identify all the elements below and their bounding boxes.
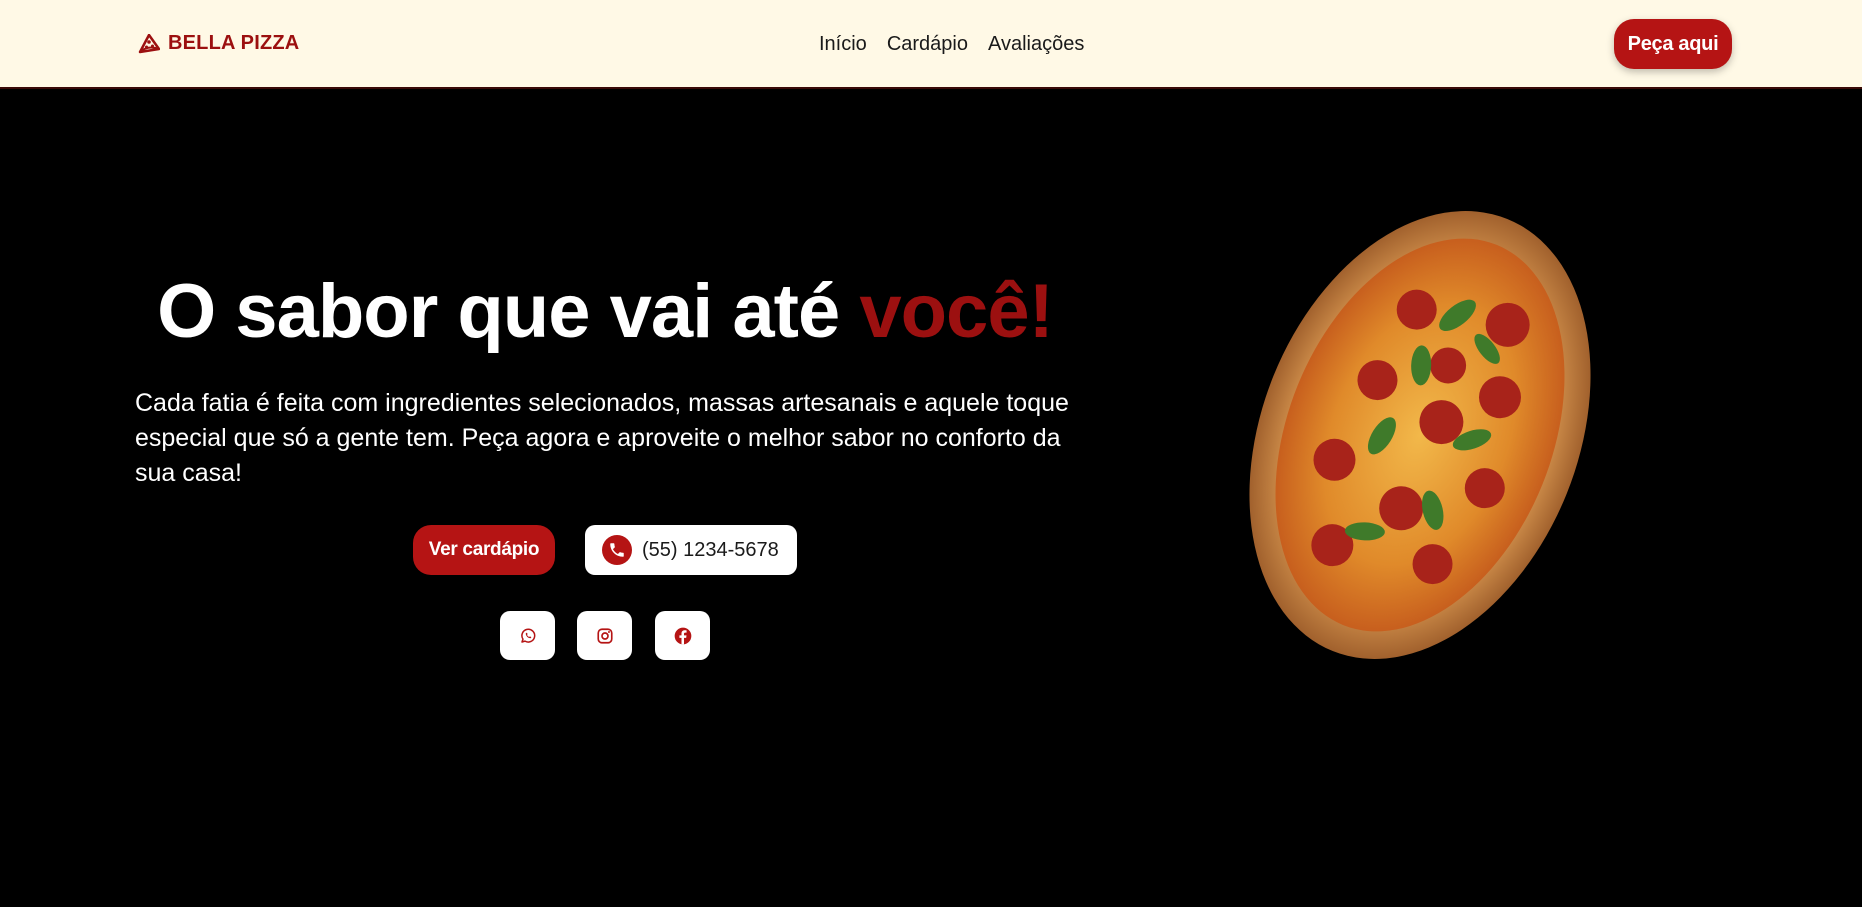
nav-inicio[interactable]: Início <box>819 33 867 56</box>
facebook-icon <box>674 627 691 644</box>
phone-icon <box>602 535 632 565</box>
pizza-slice-icon <box>138 33 160 53</box>
facebook-button[interactable] <box>655 611 710 660</box>
brand-logo[interactable]: BELLA PIZZA <box>138 32 299 55</box>
whatsapp-icon <box>520 628 535 643</box>
hero-title: O sabor que vai até você! <box>0 268 1210 355</box>
main-nav: Início Cardápio Avaliações <box>819 33 1084 56</box>
nav-cardapio[interactable]: Cardápio <box>887 33 968 56</box>
order-button[interactable]: Peça aqui <box>1614 19 1732 69</box>
phone-button[interactable]: (55) 1234-5678 <box>585 525 797 575</box>
nav-avaliacoes[interactable]: Avaliações <box>988 33 1084 56</box>
site-header: BELLA PIZZA Início Cardápio Avaliações P… <box>0 0 1862 89</box>
instagram-icon <box>596 627 613 644</box>
pizza-image <box>1249 211 1591 659</box>
view-menu-button[interactable]: Ver cardápio <box>413 525 555 575</box>
phone-number: (55) 1234-5678 <box>642 538 779 561</box>
hero-title-main: O sabor que vai até <box>157 269 840 354</box>
hero-title-accent: você! <box>859 269 1054 354</box>
whatsapp-button[interactable] <box>500 611 555 660</box>
brand-name: BELLA PIZZA <box>168 32 300 54</box>
hero-description: Cada fatia é feita com ingredientes sele… <box>135 389 1069 487</box>
instagram-button[interactable] <box>577 611 632 660</box>
